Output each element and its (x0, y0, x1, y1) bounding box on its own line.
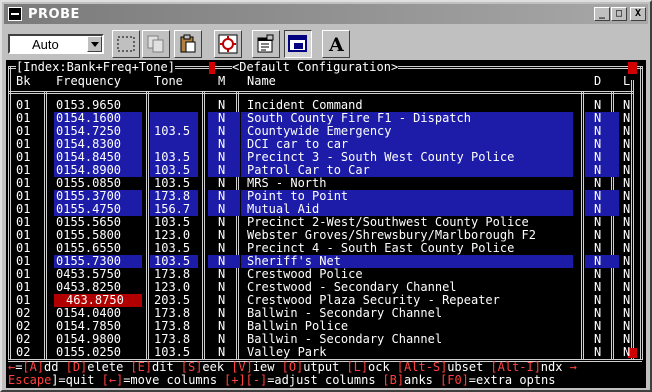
function-key[interactable]: Escape (8, 374, 51, 387)
app-icon[interactable] (8, 7, 22, 21)
column-header-frequency[interactable]: Frequency (56, 74, 121, 88)
function-key-label: ]=quit (51, 373, 102, 387)
function-keys-row-2: Escape]=quit [←] =move columns [+] [-] =adj… (8, 374, 644, 387)
configuration-label: <Default Configuration> (232, 60, 399, 74)
copy-icon (147, 35, 164, 53)
minimize-button[interactable]: _ (594, 7, 610, 21)
close-button[interactable]: X (630, 7, 646, 21)
function-key-label: =extra optns (468, 373, 556, 387)
row-highlight (585, 151, 619, 164)
copy-tool-button[interactable] (142, 30, 170, 58)
function-key-label: anks (404, 373, 441, 387)
cell-tone: 103.5 (154, 345, 191, 359)
font-a-icon: A (328, 34, 344, 54)
row-highlight (585, 125, 619, 138)
background-tool-button[interactable] (284, 30, 312, 58)
cell-bank: 02 (16, 345, 31, 359)
font-tool-button[interactable]: A (322, 30, 350, 58)
chevron-down-icon[interactable] (87, 36, 102, 52)
cell-d: N (594, 345, 602, 359)
column-header-tone[interactable]: Tone (154, 74, 183, 88)
function-key-label: =adjust columns (267, 373, 383, 387)
column-header-m[interactable]: M (218, 74, 225, 88)
function-key[interactable]: [F0] (440, 374, 469, 387)
terminal-console[interactable]: [Index:Bank+Freq+Tone] <Default Configura… (6, 60, 646, 388)
cell-tone: 103.5 (154, 124, 191, 138)
row-highlight (585, 112, 619, 125)
function-key[interactable]: → (570, 361, 577, 374)
select-tool-button[interactable] (112, 30, 140, 58)
row-highlight (585, 255, 619, 268)
index-label: [Index:Bank+Freq+Tone] (16, 60, 175, 74)
cell-l: N (623, 345, 631, 359)
properties-tool-button[interactable] (252, 30, 280, 58)
dotted-rectangle-icon (117, 36, 135, 52)
probe-window: PROBE _ □ X Auto A [Index:Bank+Freq+Tone… (0, 0, 652, 392)
column-header-bank[interactable]: Bk (16, 74, 30, 88)
row-highlight (585, 203, 619, 216)
fullscreen-icon (218, 34, 238, 54)
function-key[interactable]: [B] (382, 374, 404, 387)
row-highlight (585, 138, 619, 151)
header-separator (8, 91, 634, 94)
scroll-thumb[interactable] (209, 62, 215, 74)
cell-frequency: 0155.0250 (56, 345, 122, 359)
scroll-up-marker[interactable] (628, 62, 637, 74)
row-highlight (585, 164, 619, 177)
title-bar[interactable]: PROBE _ □ X (4, 4, 648, 24)
function-key[interactable]: [+] (224, 374, 246, 387)
function-key[interactable]: [←] (102, 374, 124, 387)
function-key[interactable]: [-] (246, 374, 268, 387)
column-header-d[interactable]: D (594, 74, 601, 88)
toolbar: Auto A (4, 26, 648, 60)
row-highlight (585, 190, 619, 203)
cell-m: N (218, 345, 226, 359)
clipboard-icon (180, 34, 196, 53)
svg-text:A: A (328, 34, 344, 54)
cell-name: Valley Park (247, 345, 327, 359)
column-header-name[interactable]: Name (247, 74, 276, 88)
window-title: PROBE (28, 6, 80, 22)
function-key-label: =move columns (123, 373, 225, 387)
properties-icon (257, 34, 274, 53)
fullscreen-tool-button[interactable] (214, 30, 242, 58)
view-mode-select[interactable]: Auto (8, 34, 104, 54)
paste-tool-button[interactable] (174, 30, 202, 58)
maximize-button[interactable]: □ (611, 7, 627, 21)
column-header-l[interactable]: L (623, 74, 630, 88)
background-icon (288, 35, 307, 52)
view-mode-value: Auto (32, 37, 59, 52)
table-row[interactable]: 02 0155.0250 103.5 N Valley Park N N (6, 346, 646, 359)
